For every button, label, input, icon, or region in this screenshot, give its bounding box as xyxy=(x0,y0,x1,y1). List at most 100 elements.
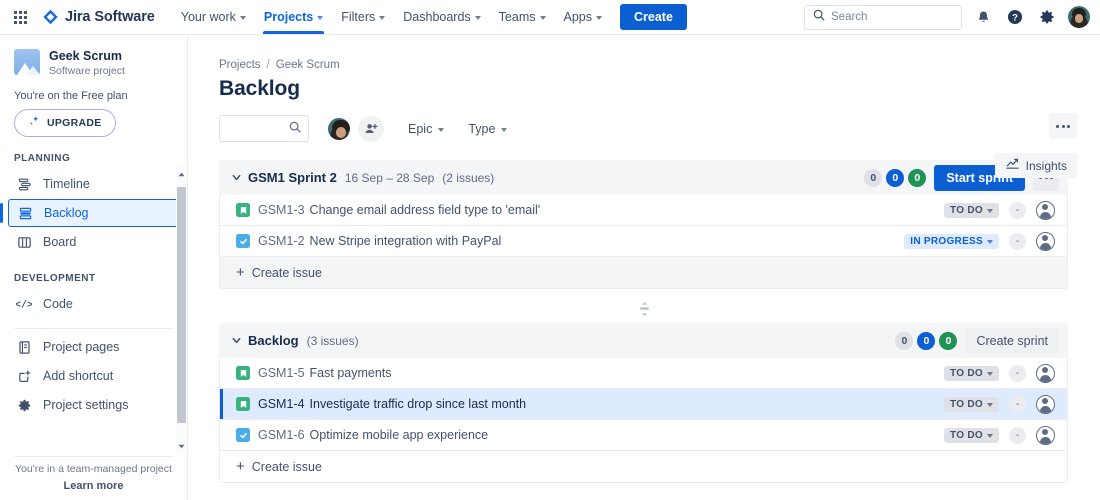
estimate-badge[interactable]: - xyxy=(1009,232,1026,250)
notifications-bell-icon[interactable] xyxy=(972,6,994,28)
estimate-badge[interactable]: - xyxy=(1009,426,1026,444)
issue-row-meta: IN PROGRESS - xyxy=(904,231,1055,251)
insights-button[interactable]: Insights xyxy=(994,153,1077,178)
top-nav-right-group: Search ? xyxy=(804,4,1090,30)
story-type-icon xyxy=(236,203,250,217)
help-icon[interactable]: ? xyxy=(1004,6,1026,28)
pill-todo-count[interactable]: 0 xyxy=(895,331,914,350)
plus-icon: + xyxy=(236,458,245,475)
chevron-down-icon xyxy=(596,16,602,20)
avatar[interactable] xyxy=(1036,231,1055,251)
create-issue-button[interactable]: + Create issue xyxy=(220,451,1067,482)
chevron-down-icon[interactable] xyxy=(231,335,242,346)
sparkle-icon xyxy=(28,115,41,131)
pill-inprogress-count[interactable]: 0 xyxy=(917,331,936,350)
table-row[interactable]: GSM1-4 Investigate traffic drop since la… xyxy=(220,389,1067,420)
nav-item-projects[interactable]: Projects xyxy=(256,0,331,34)
learn-more-link[interactable]: Learn more xyxy=(0,480,187,492)
create-button[interactable]: Create xyxy=(620,4,687,30)
svg-text:</>: </> xyxy=(16,300,32,312)
status-badge[interactable]: TO DO xyxy=(944,427,999,443)
story-type-icon xyxy=(236,397,250,411)
chevron-down-icon xyxy=(474,16,481,20)
create-sprint-button[interactable]: Create sprint xyxy=(965,327,1059,354)
sidebar-item-project-settings[interactable]: Project settings xyxy=(8,391,179,419)
nav-label: Projects xyxy=(263,10,314,24)
estimate-badge[interactable]: - xyxy=(1009,201,1026,219)
chevron-down-icon xyxy=(379,16,386,20)
issue-summary: Change email address field type to 'emai… xyxy=(309,203,541,217)
add-people-icon[interactable] xyxy=(358,115,384,142)
jira-brand-link[interactable]: Jira Software xyxy=(42,9,155,26)
avatar[interactable] xyxy=(1036,425,1055,445)
apps-grid-icon[interactable] xyxy=(8,5,32,29)
sidebar-divider xyxy=(14,328,173,329)
sprint-issue-count: (2 issues) xyxy=(442,170,495,185)
sidebar-item-label: Code xyxy=(43,297,73,311)
sidebar-item-board[interactable]: Board xyxy=(8,228,179,256)
sidebar-item-backlog[interactable]: Backlog xyxy=(0,199,179,227)
upgrade-button[interactable]: UPGRADE xyxy=(14,109,116,137)
status-badge[interactable]: TO DO xyxy=(944,202,999,218)
search-icon xyxy=(289,120,301,138)
chevron-down-icon xyxy=(317,16,324,20)
breadcrumb-projects[interactable]: Projects xyxy=(219,59,261,71)
estimate-badge[interactable]: - xyxy=(1009,395,1026,413)
nav-item-filters[interactable]: Filters xyxy=(333,0,393,34)
estimate-badge[interactable]: - xyxy=(1009,364,1026,382)
nav-item-your-work[interactable]: Your work xyxy=(173,0,254,34)
avatar[interactable] xyxy=(1036,200,1055,220)
pill-todo-count[interactable]: 0 xyxy=(864,168,883,187)
status-badge[interactable]: TO DO xyxy=(944,365,999,381)
chevron-down-icon xyxy=(987,372,993,376)
project-header[interactable]: Geek Scrum Software project xyxy=(0,35,187,84)
create-issue-label: Create issue xyxy=(251,459,322,474)
issue-row-meta: TO DO - xyxy=(944,363,1055,383)
filter-label: Type xyxy=(468,121,496,136)
pill-inprogress-count[interactable]: 0 xyxy=(886,168,905,187)
scrollbar-thumb[interactable] xyxy=(177,187,186,423)
sidebar-scrollbar[interactable] xyxy=(176,165,187,455)
backlog-search-input[interactable] xyxy=(219,115,309,142)
scroll-up-arrow-icon[interactable] xyxy=(176,167,187,181)
user-avatar[interactable] xyxy=(1068,6,1090,28)
avatar[interactable] xyxy=(1036,394,1055,414)
issue-row-meta: TO DO - xyxy=(944,425,1055,445)
filter-avatar[interactable] xyxy=(326,115,352,142)
filter-type[interactable]: Type xyxy=(468,121,508,136)
sidebar-item-add-shortcut[interactable]: Add shortcut xyxy=(8,362,179,390)
insights-chart-icon xyxy=(1005,156,1020,176)
nav-item-apps[interactable]: Apps xyxy=(556,0,611,34)
table-row[interactable]: GSM1-6 Optimize mobile app experience TO… xyxy=(220,420,1067,451)
upgrade-label: UPGRADE xyxy=(47,117,102,129)
breadcrumb: Projects / Geek Scrum xyxy=(188,35,1100,71)
backlog-issue-list: GSM1-5 Fast payments TO DO - GSM1-4 Inve… xyxy=(219,358,1068,483)
nav-item-dashboards[interactable]: Dashboards xyxy=(395,0,488,34)
table-row[interactable]: GSM1-2 New Stripe integration with PayPa… xyxy=(220,226,1067,257)
sidebar-item-project-pages[interactable]: Project pages xyxy=(8,333,179,361)
avatar[interactable] xyxy=(1036,363,1055,383)
scroll-down-arrow-icon[interactable] xyxy=(176,439,187,453)
nav-item-teams[interactable]: Teams xyxy=(491,0,554,34)
pill-done-count[interactable]: 0 xyxy=(939,331,958,350)
page-more-actions-button[interactable] xyxy=(1049,113,1077,139)
global-search-input[interactable]: Search xyxy=(804,4,962,30)
sidebar-item-timeline[interactable]: Timeline xyxy=(8,170,179,198)
status-badge[interactable]: IN PROGRESS xyxy=(904,233,999,249)
backlog-panel-actions: 0 0 0 Create sprint xyxy=(895,327,1059,354)
status-badge[interactable]: TO DO xyxy=(944,396,999,412)
chevron-down-icon[interactable] xyxy=(231,172,242,183)
breadcrumb-geek-scrum[interactable]: Geek Scrum xyxy=(276,59,340,71)
plus-icon: + xyxy=(236,264,245,281)
panel-resize-handle[interactable] xyxy=(188,295,1100,323)
table-row[interactable]: GSM1-5 Fast payments TO DO - xyxy=(220,358,1067,389)
create-issue-button[interactable]: + Create issue xyxy=(220,257,1067,288)
project-type: Software project xyxy=(49,65,125,77)
filter-epic[interactable]: Epic xyxy=(408,122,445,136)
issue-key: GSM1-4 xyxy=(258,397,305,411)
sidebar-section-planning: PLANNING xyxy=(14,153,71,164)
settings-gear-icon[interactable] xyxy=(1036,6,1058,28)
pill-done-count[interactable]: 0 xyxy=(908,168,927,187)
table-row[interactable]: GSM1-3 Change email address field type t… xyxy=(220,195,1067,226)
sidebar-item-code[interactable]: </> Code xyxy=(8,290,179,318)
